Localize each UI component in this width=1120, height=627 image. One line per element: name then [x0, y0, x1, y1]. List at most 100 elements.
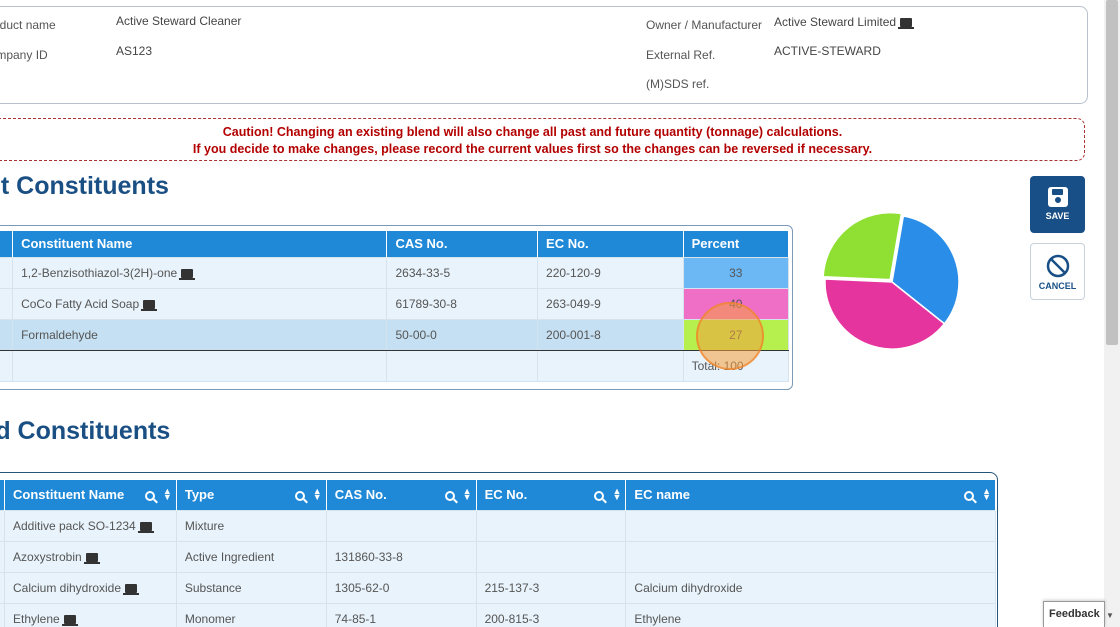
add-constituent-name: Additive pack SO-1234 [12, 518, 136, 533]
empty-cell [12, 349, 388, 382]
caution-line-1: Caution! Changing an existing blend will… [222, 125, 843, 139]
search-icon[interactable] [594, 491, 605, 501]
col-add-ec-label: EC No. [484, 487, 528, 503]
ec-cell: 220-120-9 [537, 256, 684, 289]
sort-icon[interactable]: ▲ ▼ [612, 487, 621, 502]
add-ec-cell [475, 540, 627, 573]
col-add-cas-label: CAS No. [334, 487, 387, 503]
add-table-row[interactable]: Azoxystrobin Active Ingredient 131860-33-8 [0, 540, 996, 573]
row-select-marker[interactable] [0, 318, 14, 351]
computer-icon[interactable] [123, 583, 140, 595]
search-icon[interactable] [294, 491, 305, 501]
percent-cell[interactable]: 40 [682, 287, 790, 320]
percent-cell[interactable]: 27 [682, 318, 790, 351]
owner-value[interactable]: Active Steward Limited [774, 15, 915, 29]
search-icon[interactable] [444, 491, 455, 501]
page: Product name Active Steward Cleaner Comp… [0, 0, 1120, 627]
blend-row[interactable]: Formaldehyde 50-00-0 200-001-8 27 [0, 318, 790, 351]
save-button[interactable]: SAVE [1030, 176, 1085, 233]
save-icon [1047, 187, 1068, 207]
add-cas-cell: 131860-33-8 [325, 540, 477, 573]
col-cas-no: CAS No. [386, 231, 539, 257]
ec-cell: 263-049-9 [537, 287, 684, 320]
sort-icon[interactable]: ▲ ▼ [982, 487, 991, 502]
col-add-ec-name-label: EC name [634, 487, 691, 503]
feedback-tab[interactable]: Feedback [1043, 601, 1105, 627]
col-add-cas[interactable]: CAS No. ▲ ▼ [326, 480, 477, 510]
empty-cell [537, 349, 684, 382]
search-icon[interactable] [964, 491, 975, 501]
constituent-name: Formaldehyde [21, 327, 98, 342]
add-ec-cell [475, 509, 627, 542]
blend-row[interactable]: 1,2-Benzisothiazol-3(2H)-one 2634-33-5 220… [0, 256, 790, 289]
blend-pie-chart [822, 212, 960, 350]
add-table-row[interactable]: Additive pack SO-1234 Mixture [0, 509, 996, 542]
msds-label: (M)SDS ref. [646, 77, 710, 91]
computer-icon[interactable] [141, 299, 158, 311]
computer-icon[interactable] [898, 18, 915, 29]
blend-total-row: Total: 100 [0, 349, 790, 382]
cancel-button[interactable]: CANCEL [1030, 243, 1085, 300]
product-name-value: Active Steward Cleaner [116, 14, 242, 28]
add-name-cell: Calcium dihydroxide [3, 571, 177, 604]
sort-icon[interactable]: ▲ ▼ [163, 487, 172, 502]
caution-line-2: If you decide to make changes, please re… [192, 142, 873, 156]
edit-constituents-title: Edit Constituents [0, 172, 169, 200]
add-table-row[interactable]: Ethylene Monomer 74-85-1 200-815-3 Ethylene [0, 602, 996, 627]
col-ec-no: EC No. [537, 231, 684, 257]
row-select-marker[interactable] [0, 256, 14, 289]
row-select-marker[interactable] [0, 287, 14, 320]
add-ec-name-cell: Ethylene [625, 602, 996, 627]
computer-icon[interactable] [61, 614, 78, 626]
add-constituent-name: Azoxystrobin [12, 549, 82, 564]
add-name-cell: Additive pack SO-1234 [3, 509, 177, 542]
blend-table-container: Constituent Name CAS No. EC No. Percent … [0, 225, 793, 390]
col-add-constituent-name[interactable]: Constituent Name ▲ ▼ [4, 480, 177, 510]
add-table-container: Constituent Name ▲ ▼ Type ▲ ▼ CAS No. ▲ ▼ EC N… [0, 472, 998, 627]
empty-cell [0, 349, 14, 382]
add-ec-cell: 200-815-3 [475, 602, 627, 627]
product-name-label: Product name [0, 18, 56, 32]
cas-cell: 2634-33-5 [386, 256, 539, 289]
search-icon[interactable] [144, 491, 155, 501]
sort-icon[interactable]: ▲ ▼ [313, 487, 322, 502]
add-cas-cell: 1305-62-0 [325, 571, 477, 604]
owner-label: Owner / Manufacturer [646, 18, 763, 32]
add-type-cell: Substance [175, 571, 327, 604]
sort-icon[interactable]: ▲ ▼ [463, 487, 472, 502]
blend-table: Constituent Name CAS No. EC No. Percent … [0, 231, 790, 382]
cancel-label: CANCEL [1038, 281, 1077, 291]
add-cas-cell [325, 509, 477, 542]
add-table-row[interactable]: Calcium dihydroxide Substance 1305-62-0 215… [0, 571, 996, 604]
caution-banner: Caution! Changing an existing blend will… [0, 118, 1085, 161]
col-constituent-name: Constituent Name [12, 231, 388, 257]
product-info-panel: Product name Active Steward Cleaner Comp… [0, 6, 1088, 104]
col-add-ec-name[interactable]: EC name ▲ ▼ [625, 480, 996, 510]
add-name-cell: Azoxystrobin [3, 540, 177, 573]
col-add-ec[interactable]: EC No. ▲ ▼ [476, 480, 627, 510]
empty-cell [386, 349, 539, 382]
owner-name: Active Steward Limited [774, 15, 897, 29]
constituent-name-cell: Formaldehyde [12, 318, 388, 351]
add-constituent-name: Ethylene [12, 611, 60, 626]
constituent-name-cell: CoCo Fatty Acid Soap [12, 287, 388, 320]
add-constituents-title: Add Constituents [0, 417, 171, 445]
add-constituent-name: Calcium dihydroxide [12, 580, 122, 595]
scroll-down-arrow[interactable]: ▼ [1106, 611, 1114, 620]
add-table: Constituent Name ▲ ▼ Type ▲ ▼ CAS No. ▲ ▼ EC N… [0, 480, 996, 627]
col-add-type[interactable]: Type ▲ ▼ [176, 480, 327, 510]
blend-row[interactable]: CoCo Fatty Acid Soap 61789-30-8 263-049-9 4… [0, 287, 790, 320]
pie-slice [822, 212, 903, 281]
add-ec-cell: 215-137-3 [475, 571, 627, 604]
company-id-value: AS123 [116, 44, 153, 58]
computer-icon[interactable] [179, 268, 196, 280]
percent-cell[interactable]: 33 [682, 256, 790, 289]
scrollbar-thumb[interactable] [1106, 0, 1118, 345]
add-type-cell: Active Ingredient [175, 540, 327, 573]
add-ec-name-cell: Calcium dihydroxide [625, 571, 996, 604]
save-label: SAVE [1045, 211, 1070, 221]
computer-icon[interactable] [83, 552, 100, 564]
computer-icon[interactable] [137, 521, 154, 533]
external-ref-label: External Ref. [646, 48, 716, 62]
total-cell: Total: 100 [682, 349, 790, 382]
